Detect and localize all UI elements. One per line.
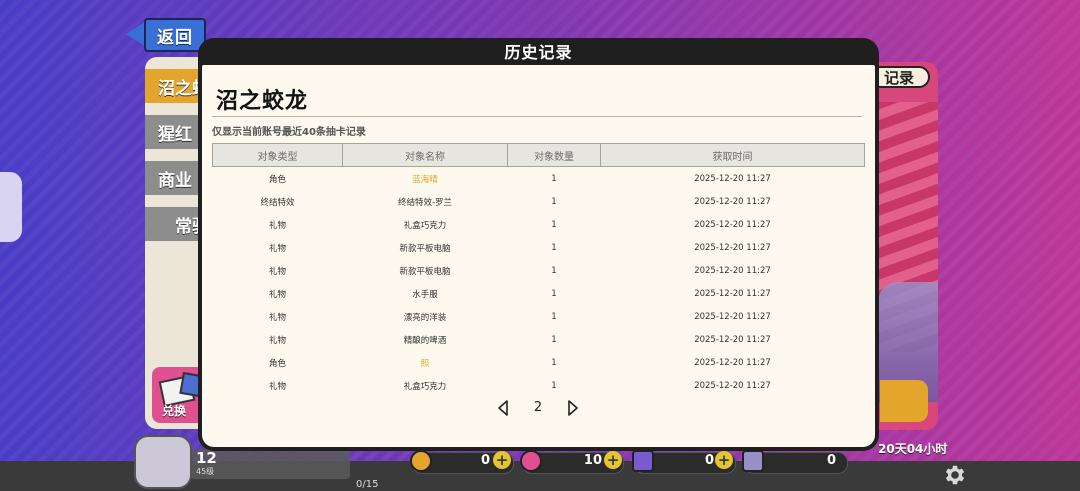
exchange-label: 兑换 (162, 404, 187, 418)
modal-header: 历史记录 (198, 38, 879, 64)
cell-time: 2025-12-20 11:27 (694, 219, 771, 230)
back-button-body: 返回 (144, 18, 206, 52)
add-gold-button[interactable]: + (493, 451, 511, 469)
cell-time: 2025-12-20 11:27 (694, 242, 771, 253)
cell-name: 精酿的啤酒 (403, 335, 447, 346)
pool-tab-label: 商业 (158, 170, 192, 191)
cell-time: 2025-12-20 11:27 (694, 311, 771, 322)
cell-count: 1 (551, 357, 557, 368)
banner-card (870, 62, 938, 430)
history-modal: 历史记录 沼之蛟龙 仅显示当前账号最近40条抽卡记录 对象类型 对象名称 对象数… (198, 38, 879, 451)
cell-type: 终结特效 (260, 197, 295, 208)
add-ticket-button[interactable]: + (715, 451, 733, 469)
left-edge-panel (0, 172, 22, 242)
column-header-name: 对象名称 (342, 143, 508, 167)
back-button[interactable]: 返回 (126, 18, 206, 52)
cell-type: 礼物 (268, 266, 286, 277)
pagination: 2 (202, 397, 875, 421)
pool-tab-label: 猩红 (158, 124, 192, 145)
player-level-sub: 45级 (196, 467, 215, 476)
gear-icon[interactable] (942, 462, 968, 488)
table-header-row: 对象类型 对象名称 对象数量 获取时间 (212, 143, 865, 167)
cell-count: 1 (551, 196, 557, 207)
cell-count: 1 (551, 219, 557, 230)
cell-count: 1 (551, 173, 557, 184)
column-header-time: 获取时间 (600, 143, 865, 167)
cell-time: 2025-12-20 11:27 (694, 173, 771, 184)
cell-time: 2025-12-20 11:27 (694, 334, 771, 345)
add-gem-button[interactable]: + (604, 451, 622, 469)
cell-time: 2025-12-20 11:27 (694, 380, 771, 391)
table-row: 礼物 新款平板电脑 1 2025-12-20 11:27 (213, 259, 865, 282)
cell-count: 1 (551, 380, 557, 391)
ticket-icon (632, 450, 654, 472)
card-icon (742, 450, 764, 472)
cell-type: 礼物 (268, 335, 286, 346)
next-page-icon[interactable] (566, 399, 580, 417)
table-row: 终结特效 终结特效-罗兰 1 2025-12-20 11:27 (213, 190, 865, 213)
modal-body: 沼之蛟龙 仅显示当前账号最近40条抽卡记录 对象类型 对象名称 对象数量 获取时… (202, 65, 875, 447)
cell-type: 礼物 (268, 381, 286, 392)
modal-title: 历史记录 (504, 43, 573, 62)
player-level: 12 (196, 449, 217, 467)
cell-count: 1 (551, 265, 557, 276)
player-avatar[interactable] (134, 435, 192, 489)
table-row: 角色 蓝海晴 1 2025-12-20 11:27 (213, 167, 865, 191)
column-header-type: 对象类型 (212, 143, 343, 167)
currency-gem-value: 10 (583, 453, 602, 468)
cell-name: 礼盒巧克力 (403, 381, 447, 392)
cell-count: 1 (551, 242, 557, 253)
cell-name: 蓝海晴 (412, 174, 438, 185)
cell-type: 角色 (268, 358, 286, 369)
cell-count: 1 (551, 334, 557, 345)
cell-name: 漂亮的洋装 (403, 312, 447, 323)
currency-gold-value: 0 (480, 453, 490, 468)
records-table: 对象类型 对象名称 对象数量 获取时间 角色 蓝海晴 1 2025-12-20 … (212, 143, 865, 397)
cell-count: 1 (551, 311, 557, 322)
cell-count: 1 (551, 288, 557, 299)
cell-time: 2025-12-20 11:27 (694, 357, 771, 368)
cell-type: 礼物 (268, 289, 286, 300)
cell-type: 礼物 (268, 312, 286, 323)
pool-timer: 20天04小时 (878, 442, 948, 456)
records-pill-label: 记录 (883, 68, 914, 87)
records-pill-button[interactable]: 记录 (870, 66, 930, 88)
cell-name: 水手服 (412, 289, 438, 300)
page-number: 2 (533, 400, 543, 415)
table-row: 礼物 新款平板电脑 1 2025-12-20 11:27 (213, 236, 865, 259)
cell-name: 礼盒巧克力 (403, 220, 447, 231)
divider (212, 116, 862, 117)
cell-time: 2025-12-20 11:27 (694, 265, 771, 276)
table-row: 礼物 精酿的啤酒 1 2025-12-20 11:27 (213, 328, 865, 351)
cell-name: 照 (420, 358, 430, 369)
records-notice: 仅显示当前账号最近40条抽卡记录 (212, 127, 366, 138)
gem-icon (520, 450, 542, 472)
previous-page-icon[interactable] (496, 399, 510, 417)
table-row: 角色 照 1 2025-12-20 11:27 (213, 351, 865, 374)
table-row: 礼物 礼盒巧克力 1 2025-12-20 11:27 (213, 213, 865, 236)
table-row: 礼物 水手服 1 2025-12-20 11:27 (213, 282, 865, 305)
gold-coin-icon (410, 450, 432, 472)
currency-card-value: 0 (826, 453, 836, 468)
currency-ticket-value: 0 (704, 453, 714, 468)
player-progress: 0/15 (356, 479, 379, 490)
column-header-count: 对象数量 (507, 143, 601, 167)
cell-name: 新款平板电脑 (399, 266, 451, 277)
banner-ticket-button[interactable] (880, 380, 928, 422)
cell-time: 2025-12-20 11:27 (694, 288, 771, 299)
back-button-label: 返回 (157, 27, 193, 48)
table-row: 礼物 礼盒巧克力 1 2025-12-20 11:27 (213, 374, 865, 397)
cell-type: 礼物 (268, 243, 286, 254)
cell-time: 2025-12-20 11:27 (694, 196, 771, 207)
cell-name: 终结特效-罗兰 (397, 197, 453, 208)
cell-type: 角色 (268, 174, 286, 185)
cell-type: 礼物 (268, 220, 286, 231)
table-row: 礼物 漂亮的洋装 1 2025-12-20 11:27 (213, 305, 865, 328)
pool-name: 沼之蛟龙 (216, 89, 309, 114)
cell-name: 新款平板电脑 (399, 243, 451, 254)
